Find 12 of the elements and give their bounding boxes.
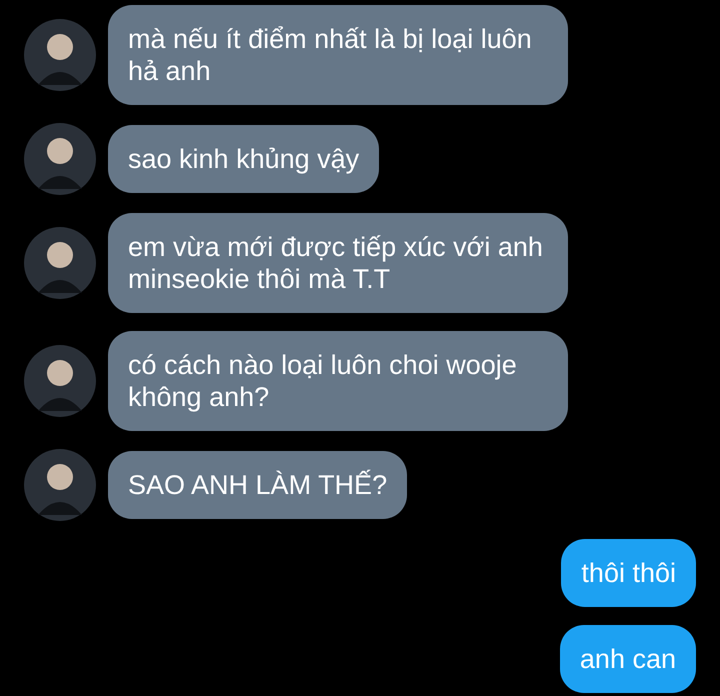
message-bubble: sao kinh khủng vậy: [108, 125, 380, 193]
message-bubble: SAO ANH LÀM THẾ?: [108, 451, 408, 519]
avatar: [24, 345, 96, 417]
message-bubble: em vừa mới được tiếp xúc với anh minseokie thôi mà T.T: [108, 213, 568, 313]
avatar: [24, 19, 96, 91]
avatar: [24, 227, 96, 299]
message-bubble: anh can: [560, 625, 696, 693]
message-bubble: thôi thôi: [561, 539, 696, 607]
message-bubble: có cách nào loại luôn choi wooje không anh?: [108, 331, 568, 431]
avatar: [24, 449, 96, 521]
message-bubble: mà nếu ít điểm nhất là bị loại luôn hả anh: [108, 5, 568, 105]
avatar: [24, 123, 96, 195]
